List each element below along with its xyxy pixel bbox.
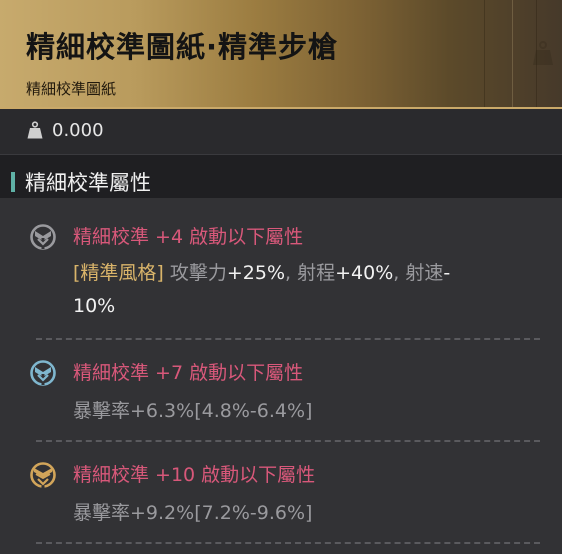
weight-icon [27, 121, 43, 139]
item-title: 精細校準圖紙·精準步槍 [26, 30, 339, 64]
attribute-entry-title: 精細校準 +4 啟動以下屬性 [73, 226, 304, 248]
weight-watermark-icon [533, 41, 553, 65]
attribute-entry-title: 精細校準 +10 啟動以下屬性 [73, 464, 316, 486]
stat-value: +25% [226, 262, 286, 284]
attribute-entry-line: 暴擊率+6.3%[4.8%-6.4%] [73, 400, 313, 422]
section-accent-bar [11, 172, 15, 192]
calibration-tier-3-icon [30, 462, 56, 488]
header-decoration [484, 0, 485, 107]
attribute-entry-line: [精準風格] 攻擊力+25%, 射程+40%, 射速- [73, 258, 450, 285]
attribute-entry-title: 精細校準 +7 啟動以下屬性 [73, 362, 304, 384]
section-title: 精細校準屬性 [25, 171, 151, 195]
attribute-list: 精細校準 +4 啟動以下屬性 [精準風格] 攻擊力+25%, 射程+40%, 射… [0, 198, 562, 554]
style-tag: [精準風格] [73, 262, 164, 284]
entry-divider [36, 542, 540, 544]
item-header: 精細校準圖紙·精準步槍 精細校準圖紙 [0, 0, 562, 107]
weight-value: 0.000 [52, 120, 104, 141]
attribute-entry-line: 10% [73, 295, 116, 317]
weight-row: 0.000 [0, 109, 562, 154]
entry-divider [36, 338, 540, 340]
stat-name: , 射速 [393, 262, 444, 284]
stat-name: , 射程 [285, 262, 336, 284]
attribute-entry-line: 暴擊率+9.2%[7.2%-9.6%] [73, 502, 313, 524]
entry-divider [36, 440, 540, 442]
header-decoration [512, 0, 513, 107]
section-header: 精細校準屬性 [0, 154, 562, 199]
calibration-tier-2-icon [30, 360, 56, 386]
stat-name: 攻擊力 [163, 262, 227, 284]
calibration-tier-1-icon [30, 224, 56, 250]
stat-value: - [443, 262, 451, 284]
item-tooltip: 精細校準圖紙·精準步槍 精細校準圖紙 0.000 精細校準屬性 精細校準 +4 … [0, 0, 562, 554]
stat-value: +40% [335, 262, 394, 284]
item-subtitle: 精細校準圖紙 [26, 80, 117, 98]
